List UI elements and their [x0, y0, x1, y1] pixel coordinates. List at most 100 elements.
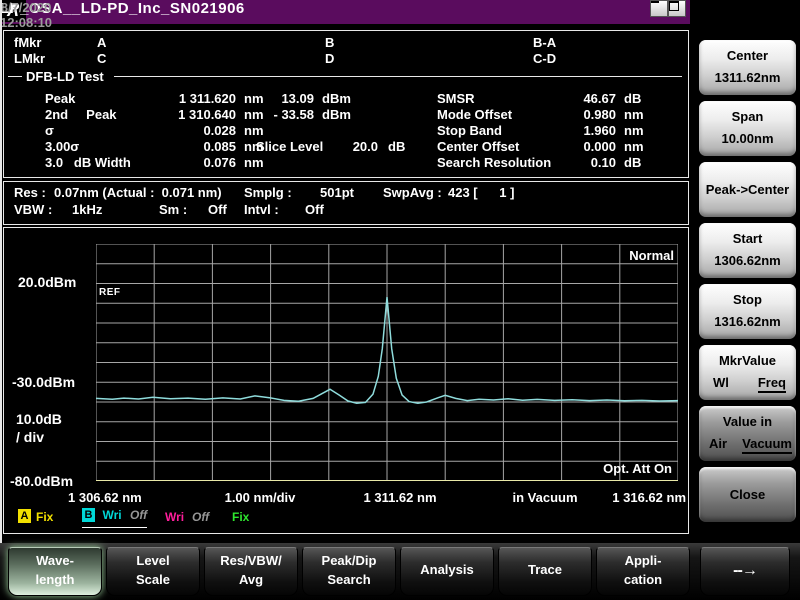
maximize-button[interactable] [668, 0, 686, 17]
close-button-title: Close [699, 487, 796, 502]
center-button[interactable]: Center 1311.62nm [699, 40, 796, 95]
bottom-menu-bar: Wave- length Level Scale Res/VBW/ Avg Pe… [0, 543, 800, 600]
result-label: Peak [45, 91, 75, 106]
time-label: 12:08:10 [0, 15, 52, 30]
result-label: Center Offset [437, 139, 519, 154]
peak-to-center-button[interactable]: Peak->Center [699, 162, 796, 217]
menu-analysis-label: Analysis [401, 562, 493, 577]
marker-value-toggle[interactable]: MkrValue Wl Freq [699, 345, 796, 400]
fmkr-label: fMkr [14, 35, 41, 50]
value-in-title: Value in [699, 414, 796, 429]
menu-peak-dip-search[interactable]: Peak/Dip Search [302, 547, 396, 596]
marker-d-label: D [325, 51, 334, 66]
menu-wavelength[interactable]: Wave- length [8, 547, 102, 596]
res-value: 0.07nm (Actual : 0.071 nm) [54, 185, 222, 200]
start-button[interactable]: Start 1306.62nm [699, 223, 796, 278]
result-value: 0.076 [104, 155, 236, 170]
lmkr-label: LMkr [14, 51, 45, 66]
result-label: σ [45, 123, 54, 138]
result-unit: nm [244, 155, 264, 170]
trace-b-state: Wri [102, 508, 121, 522]
menu-trace[interactable]: Trace [498, 547, 592, 596]
test-name-rule-left [8, 76, 22, 77]
result-value: 0.028 [104, 123, 236, 138]
y-axis-bottom-label: -80.0dBm [10, 474, 73, 489]
trace-mode-label: Normal [564, 248, 674, 263]
date-label: 8/7/2020 [0, 0, 52, 15]
test-name-rule-right [114, 76, 682, 77]
result-value: 0.085 [104, 139, 236, 154]
sweep-settings-panel: Res : 0.07nm (Actual : 0.071 nm) Smplg :… [3, 181, 689, 225]
menu-wavelength-line1: Wave- [9, 553, 101, 568]
menu-res-vbw-avg[interactable]: Res/VBW/ Avg [204, 547, 298, 596]
start-button-title: Start [699, 231, 796, 246]
swpavg-label: SwpAvg : [383, 185, 442, 200]
result-unit: nm [244, 123, 264, 138]
menu-analysis[interactable]: Analysis [400, 547, 494, 596]
result-value2: 13.09 [244, 91, 314, 106]
slice-level-value: 20.0 [334, 139, 378, 154]
screen-divider [0, 0, 2, 545]
menu-peak-dip-search-line1: Peak/Dip [303, 553, 395, 568]
menu-level-scale[interactable]: Level Scale [106, 547, 200, 596]
trace-c-state[interactable]: Wri [165, 510, 184, 525]
slice-level-unit: dB [388, 139, 405, 154]
span-button-value: 10.00nm [699, 131, 796, 146]
menu-more-button[interactable]: --→ [700, 547, 790, 596]
value-in-option-vacuum: Vacuum [742, 436, 792, 454]
peak-to-center-title: Peak->Center [699, 182, 796, 197]
x-axis-center-label: 1 311.62 nm [340, 490, 460, 505]
spectrum-plot [96, 244, 678, 481]
menu-application-line1: Appli- [597, 553, 689, 568]
x-axis-stop-label: 1 316.62 nm [598, 490, 686, 505]
result-value: 1.960 [524, 123, 616, 138]
menu-res-vbw-avg-line1: Res/VBW/ [205, 553, 297, 568]
result-unit: dB [624, 91, 641, 106]
sm-value: Off [208, 202, 227, 217]
ref-marker-label: REF [99, 285, 121, 300]
y-axis-scale-label2: / div [16, 430, 44, 445]
value-in-toggle[interactable]: Value in Air Vacuum [699, 406, 796, 461]
opt-att-status: Opt. Att On [544, 461, 672, 476]
vbw-label: VBW : [14, 202, 52, 217]
x-axis-medium-label: in Vacuum [489, 490, 601, 505]
trace-b-group[interactable]: B Wri Off [82, 508, 147, 528]
menu-res-vbw-avg-line2: Avg [205, 572, 297, 587]
swpavg-value: 423 [ 1 ] [448, 185, 514, 200]
arrow-right-icon: --→ [701, 562, 789, 580]
trace-d-state[interactable]: Fix [232, 510, 249, 525]
result-value: 46.67 [524, 91, 616, 106]
sm-label: Sm : [159, 202, 187, 217]
marker-value-option-wl: Wl [713, 375, 729, 390]
menu-peak-dip-search-line2: Search [303, 572, 395, 587]
result-value: 0.10 [524, 155, 616, 170]
menu-application[interactable]: Appli- cation [596, 547, 690, 596]
menu-level-scale-line1: Level [107, 553, 199, 568]
marker-cd-label: C-D [533, 51, 556, 66]
menu-level-scale-line2: Scale [107, 572, 199, 587]
result-unit: nm [624, 123, 644, 138]
trace-c-off: Off [192, 510, 209, 525]
result-unit2: dBm [322, 107, 351, 122]
slice-level-label: Slice Level [256, 139, 323, 154]
minimize-button[interactable] [650, 0, 668, 17]
datetime-display: 8/7/2020 12:08:10 [0, 0, 52, 30]
spectrum-graph-panel: 20.0dBm -30.0dBm 10.0dB / div -80.0dBm R… [3, 227, 689, 534]
maximize-icon [669, 1, 679, 11]
result-value: 0.980 [524, 107, 616, 122]
marker-b-label: B [325, 35, 334, 50]
window-titlebar: Λ LP_OSA__LD-PD_Inc_SN021906 [0, 0, 690, 24]
result-label: Mode Offset [437, 107, 512, 122]
result-unit2: dBm [322, 91, 351, 106]
menu-wavelength-line2: length [9, 572, 101, 587]
marker-value-title: MkrValue [699, 353, 796, 368]
trace-a-chip[interactable]: A [18, 509, 31, 523]
value-in-option-air: Air [709, 436, 727, 451]
close-button[interactable]: Close [699, 467, 796, 522]
x-axis-start-label: 1 306.62 nm [68, 490, 142, 505]
result-unit: nm [624, 107, 644, 122]
y-axis-ref-label: 20.0dBm [18, 275, 76, 290]
smplg-value: 501pt [284, 185, 354, 200]
stop-button[interactable]: Stop 1316.62nm [699, 284, 796, 339]
span-button[interactable]: Span 10.00nm [699, 101, 796, 156]
